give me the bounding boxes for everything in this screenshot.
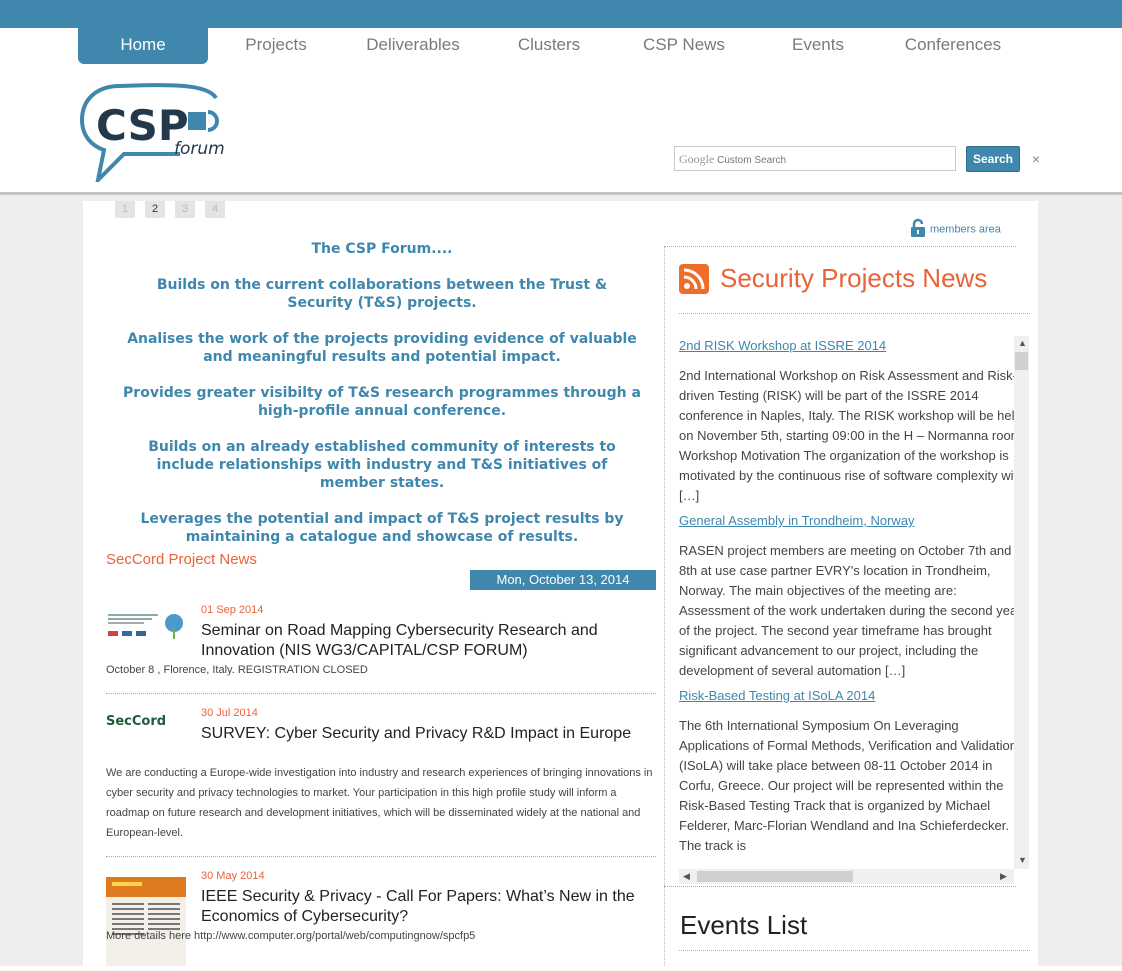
news-title[interactable]: IEEE Security & Privacy - Call For Paper…: [201, 887, 651, 927]
right-top-separator: [664, 246, 1016, 247]
seccord-logo[interactable]: SecCord: [106, 714, 186, 738]
nav-clusters[interactable]: Clusters: [498, 28, 600, 64]
intro-line: Builds on an already established communi…: [148, 439, 616, 491]
scroll-up-icon[interactable]: ▲: [1018, 338, 1027, 348]
search-button[interactable]: Search: [966, 146, 1020, 172]
scroll-down-icon[interactable]: ▼: [1018, 855, 1027, 865]
nav-home[interactable]: Home: [78, 28, 208, 64]
intro-line: Analises the work of the projects provid…: [127, 331, 637, 365]
close-icon[interactable]: ×: [1032, 151, 1040, 167]
slider-page-1[interactable]: 1: [115, 201, 135, 218]
news-title[interactable]: Seminar on Road Mapping Cybersecurity Re…: [201, 621, 651, 661]
news-link[interactable]: Risk-Based Testing at ISoLA 2014: [679, 686, 1030, 706]
column-separator: [664, 246, 665, 966]
horizontal-scroll-thumb[interactable]: [697, 871, 853, 882]
intro-text: The CSP Forum.... Builds on the current …: [112, 240, 652, 564]
events-title-separator: [679, 950, 1030, 951]
nav-deliverables[interactable]: Deliverables: [358, 28, 468, 64]
slider-page-3[interactable]: 3: [175, 201, 195, 218]
intro-line: Builds on the current collaborations bet…: [156, 277, 608, 311]
news-text: We are conducting a Europe-wide investig…: [106, 767, 653, 839]
members-area-link[interactable]: members area: [910, 218, 1001, 241]
vertical-scroll-thumb[interactable]: [1015, 352, 1028, 370]
events-top-separator: [664, 886, 1016, 887]
vertical-scrollbar[interactable]: ▲ ▼: [1014, 336, 1029, 869]
intro-line: Provides greater visibilty of T&S resear…: [123, 385, 641, 419]
security-projects-news-title: Security Projects News: [720, 263, 988, 293]
csp-forum-logo[interactable]: CSP forum: [79, 82, 230, 187]
news-date: 30 Jul 2014: [201, 707, 258, 719]
nav-conferences[interactable]: Conferences: [893, 28, 1013, 64]
news-thumbnail[interactable]: [106, 877, 186, 966]
google-label: Google: [679, 152, 715, 166]
intro-line: The CSP Forum....: [311, 241, 453, 257]
slider-page-4[interactable]: 4: [205, 201, 225, 218]
scroll-right-icon[interactable]: ▶: [1000, 871, 1007, 882]
nav-projects[interactable]: Projects: [223, 28, 329, 64]
rss-icon[interactable]: [679, 264, 709, 294]
svg-text:forum: forum: [174, 139, 225, 159]
header-divider: [0, 192, 1122, 201]
date-bar: Mon, October 13, 2014: [470, 570, 656, 590]
news-separator: [106, 856, 656, 857]
members-area-label: members area: [930, 223, 1001, 236]
news-title-separator: [679, 313, 1030, 314]
news-separator: [106, 693, 656, 694]
news-description: The 6th International Symposium On Lever…: [679, 718, 1017, 853]
security-news-scroll[interactable]: 2nd RISK Workshop at ISSRE 2014 2nd Inte…: [679, 336, 1030, 886]
seccord-news-title: SecCord Project News: [106, 551, 257, 568]
events-list-title: Events List: [680, 910, 808, 940]
news-title[interactable]: SURVEY: Cyber Security and Privacy R&D I…: [201, 724, 651, 744]
custom-search-label: Custom Search: [717, 155, 787, 166]
top-bar: [0, 0, 1122, 28]
news-date: 01 Sep 2014: [201, 604, 264, 616]
nav-events[interactable]: Events: [768, 28, 868, 64]
scroll-left-icon[interactable]: ◀: [683, 871, 690, 882]
news-description: 2nd International Workshop on Risk Asses…: [679, 368, 1026, 503]
news-description: RASEN project members are meeting on Oct…: [679, 543, 1022, 678]
news-link[interactable]: 2nd RISK Workshop at ISSRE 2014: [679, 336, 1030, 356]
news-link[interactable]: General Assembly in Trondheim, Norway: [679, 511, 1030, 531]
news-text: October 8 , Florence, Italy. REGISTRATIO…: [106, 664, 368, 676]
news-text: More details here http://www.computer.or…: [106, 930, 476, 942]
horizontal-scrollbar[interactable]: ◀ ▶: [679, 869, 1014, 884]
slider-page-2[interactable]: 2: [145, 201, 165, 218]
news-date: 30 May 2014: [201, 870, 265, 882]
search-input[interactable]: Google Custom Search: [674, 146, 956, 171]
nav-csp-news[interactable]: CSP News: [628, 28, 740, 64]
lock-icon: [910, 218, 926, 241]
news-thumbnail[interactable]: [106, 611, 186, 641]
intro-line: Leverages the potential and impact of T&…: [140, 511, 624, 545]
